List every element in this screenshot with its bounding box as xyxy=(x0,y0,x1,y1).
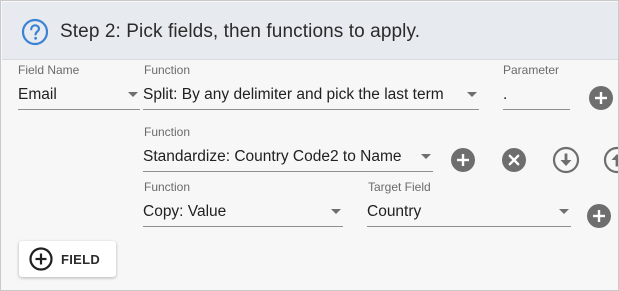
parameter-value: . xyxy=(503,86,508,103)
target-field-label: Target Field xyxy=(368,180,431,194)
add-circle-icon xyxy=(589,86,613,110)
step-header: Step 2: Pick fields, then functions to a… xyxy=(2,2,618,60)
field-name-select[interactable]: Email xyxy=(18,80,140,110)
chevron-down-icon xyxy=(467,92,477,97)
parameter-input[interactable]: . xyxy=(503,80,570,110)
move-up-button[interactable] xyxy=(603,146,618,174)
function-select-split[interactable]: Split: By any delimiter and pick the las… xyxy=(143,80,479,110)
add-function-button[interactable] xyxy=(588,85,614,111)
move-down-button[interactable] xyxy=(552,146,580,174)
function-select-copy[interactable]: Copy: Value xyxy=(143,197,343,227)
target-field-value: Country xyxy=(367,203,422,220)
pipeline-editor-panel: Step 2: Pick fields, then functions to a… xyxy=(0,0,619,291)
move-up-icon xyxy=(603,146,618,174)
add-target-button[interactable] xyxy=(586,203,612,229)
move-down-icon xyxy=(552,146,580,174)
function-label: Function xyxy=(144,63,191,77)
add-function-button[interactable] xyxy=(450,147,476,173)
function-value: Standardize: Country Code2 to Name xyxy=(143,148,402,165)
chevron-down-icon xyxy=(421,154,431,159)
add-field-label: FIELD xyxy=(61,252,101,267)
field-name-value: Email xyxy=(18,86,57,103)
chevron-down-icon xyxy=(128,92,138,97)
chevron-down-icon xyxy=(559,209,569,214)
add-outline-icon xyxy=(29,247,53,271)
add-circle-icon xyxy=(587,204,611,228)
function-label: Function xyxy=(144,180,191,194)
function-select-standardize[interactable]: Standardize: Country Code2 to Name xyxy=(143,142,433,172)
function-value: Split: By any delimiter and pick the las… xyxy=(143,86,444,103)
function-label: Function xyxy=(144,125,191,139)
help-icon[interactable] xyxy=(21,18,49,46)
function-value: Copy: Value xyxy=(143,203,227,220)
target-field-select[interactable]: Country xyxy=(367,197,571,227)
field-name-label: Field Name xyxy=(18,63,80,77)
remove-function-button[interactable] xyxy=(501,147,527,173)
parameter-label: Parameter xyxy=(503,63,560,77)
remove-circle-icon xyxy=(502,148,526,172)
add-circle-icon xyxy=(451,148,475,172)
chevron-down-icon xyxy=(331,209,341,214)
add-field-button[interactable]: FIELD xyxy=(19,241,116,277)
step-title: Step 2: Pick fields, then functions to a… xyxy=(60,21,421,42)
